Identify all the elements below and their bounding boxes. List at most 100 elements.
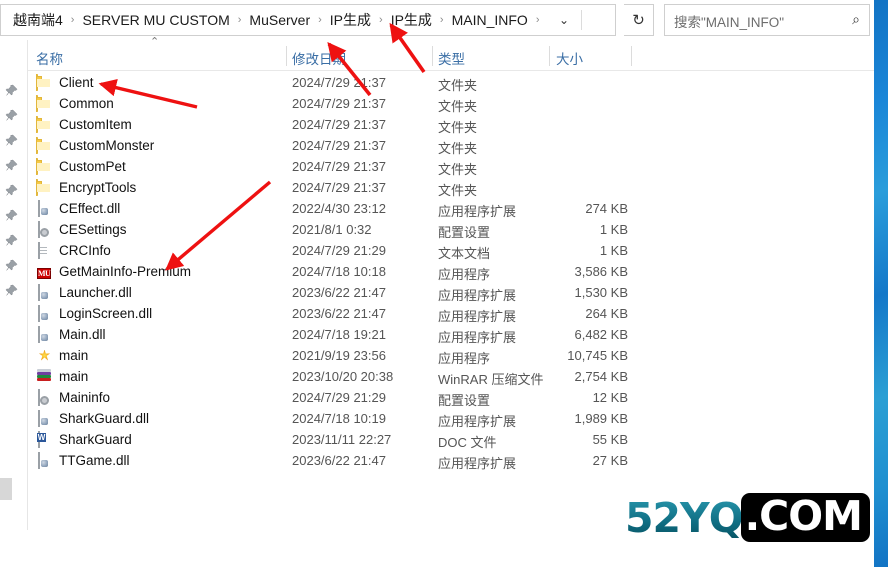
file-name-cell[interactable]: LoginScreen.dll — [36, 304, 152, 322]
header-underline — [28, 70, 874, 71]
file-name-cell[interactable]: CRCInfo — [36, 241, 111, 259]
pin-icon[interactable] — [5, 209, 18, 222]
file-name-cell[interactable]: main — [36, 347, 88, 364]
folder-icon — [36, 136, 52, 154]
breadcrumb-separator-icon[interactable]: › — [67, 11, 79, 29]
table-row[interactable]: SharkGuard 2023/11/11 22:27 DOC 文件 55 KB — [28, 429, 874, 450]
table-row[interactable]: CustomItem 2024/7/29 21:37 文件夹 — [28, 114, 874, 135]
breadcrumb-separator-icon[interactable]: › — [532, 11, 544, 29]
file-size-cell: 1,989 KB — [574, 411, 629, 426]
table-row[interactable]: TTGame.dll 2023/6/22 21:47 应用程序扩展 27 KB — [28, 450, 874, 471]
file-name-cell[interactable]: Common — [36, 94, 114, 112]
pin-icon[interactable] — [5, 284, 18, 297]
pin-icon[interactable] — [5, 234, 18, 247]
file-type-cell: 配置设置 — [438, 393, 491, 408]
table-row[interactable]: LoginScreen.dll 2023/6/22 21:47 应用程序扩展 264 … — [28, 303, 874, 324]
sort-ascending-icon: ⌃ — [150, 36, 160, 48]
pin-icon[interactable] — [5, 184, 18, 197]
file-name-cell[interactable]: Maininfo — [36, 388, 111, 406]
horizontal-scrollbar-thumb[interactable] — [0, 478, 12, 500]
table-row[interactable]: Common 2024/7/29 21:37 文件夹 — [28, 93, 874, 114]
breadcrumb-separator-icon[interactable]: › — [436, 11, 448, 29]
file-name-cell[interactable]: CESettings — [36, 220, 127, 238]
table-row[interactable]: Launcher.dll 2023/6/22 21:47 应用程序扩展 1,530 K… — [28, 282, 874, 303]
table-row[interactable]: Main.dll 2024/7/18 19:21 应用程序扩展 6,482 KB — [28, 324, 874, 345]
watermark: 52YQ .COM — [625, 493, 870, 542]
file-date-cell: 2024/7/29 21:29 — [292, 243, 386, 258]
column-divider[interactable] — [549, 46, 550, 66]
dll-file-icon — [36, 199, 52, 217]
dll-file-icon — [36, 304, 52, 322]
file-name-label: Maininfo — [59, 390, 111, 405]
table-row[interactable]: CESettings 2021/8/1 0:32 配置设置 1 KB — [28, 219, 874, 240]
pin-icon[interactable] — [5, 259, 18, 272]
file-date-cell: 2023/10/20 20:38 — [292, 369, 394, 384]
breadcrumb-item[interactable]: MuServer — [245, 10, 314, 30]
column-divider[interactable] — [432, 46, 433, 66]
file-name-cell[interactable]: CustomMonster — [36, 136, 154, 154]
table-row[interactable]: SharkGuard.dll 2024/7/18 10:19 应用程序扩展 1,989… — [28, 408, 874, 429]
column-header-date-modified[interactable]: 修改日期 — [292, 48, 346, 68]
file-name-cell[interactable]: MU GetMainInfo-Premium — [36, 263, 191, 280]
column-header-name[interactable]: 名称 — [36, 48, 63, 68]
table-row[interactable]: Maininfo 2024/7/29 21:29 配置设置 12 KB — [28, 387, 874, 408]
table-row[interactable]: EncryptTools 2024/7/29 21:37 文件夹 — [28, 177, 874, 198]
table-row[interactable]: CustomPet 2024/7/29 21:37 文件夹 — [28, 156, 874, 177]
table-row[interactable]: CRCInfo 2024/7/29 21:29 文本文档 1 KB — [28, 240, 874, 261]
search-icon[interactable]: ⌕ — [852, 11, 860, 28]
file-date-cell: 2024/7/18 19:21 — [292, 327, 386, 342]
pin-icon[interactable] — [5, 84, 18, 97]
table-row[interactable]: main 2023/10/20 20:38 WinRAR 压缩文件 2,754 KB — [28, 366, 874, 387]
breadcrumb-item[interactable]: IP生成 — [326, 10, 375, 30]
file-name-label: EncryptTools — [59, 180, 137, 195]
table-row[interactable]: Client 2024/7/29 21:37 文件夹 — [28, 72, 874, 93]
file-name-cell[interactable]: EncryptTools — [36, 178, 137, 196]
file-date-cell: 2024/7/29 21:37 — [292, 96, 386, 111]
column-header-size[interactable]: 大小 — [556, 48, 583, 68]
file-name-cell[interactable]: CustomItem — [36, 115, 132, 133]
refresh-icon[interactable]: ↻ — [624, 4, 654, 36]
file-size-cell: 10,745 KB — [567, 348, 628, 363]
file-name-cell[interactable]: SharkGuard — [36, 430, 132, 448]
column-divider[interactable] — [631, 46, 632, 66]
folder-icon — [36, 115, 52, 133]
file-date-cell: 2024/7/29 21:37 — [292, 138, 386, 153]
file-name-cell[interactable]: CustomPet — [36, 157, 126, 175]
file-date-cell: 2021/9/19 23:56 — [292, 348, 386, 363]
file-name-cell[interactable]: main — [36, 368, 88, 385]
text-file-icon — [36, 241, 52, 259]
file-name-cell[interactable]: TTGame.dll — [36, 451, 130, 469]
folder-icon — [36, 94, 52, 112]
file-name-cell[interactable]: Main.dll — [36, 325, 106, 343]
file-name-cell[interactable]: Client — [36, 73, 94, 91]
breadcrumb-item[interactable]: MAIN_INFO — [448, 10, 532, 30]
file-size-cell: 27 KB — [592, 453, 628, 468]
breadcrumb-item[interactable]: 越南端4 — [9, 10, 67, 30]
breadcrumb-separator-icon[interactable]: › — [375, 11, 387, 29]
table-row[interactable]: main 2021/9/19 23:56 应用程序 10,745 KB — [28, 345, 874, 366]
file-name-cell[interactable]: CEffect.dll — [36, 199, 120, 217]
search-box[interactable]: 搜索"MAIN_INFO" ⌕ — [664, 4, 870, 36]
breadcrumb-separator-icon[interactable]: › — [234, 11, 246, 29]
breadcrumb-separator-icon[interactable]: › — [314, 11, 326, 29]
breadcrumb-item[interactable]: IP生成 — [387, 10, 436, 30]
winrar-archive-icon — [36, 368, 52, 385]
table-row[interactable]: CustomMonster 2024/7/29 21:37 文件夹 — [28, 135, 874, 156]
file-date-cell: 2021/8/1 0:32 — [292, 222, 372, 237]
column-divider[interactable] — [286, 46, 287, 66]
table-row[interactable]: MU GetMainInfo-Premium 2024/7/18 10:18 应用程序… — [28, 261, 874, 282]
file-size-cell: 6,482 KB — [574, 327, 629, 342]
file-name-label: Client — [59, 75, 94, 90]
pin-icon[interactable] — [5, 109, 18, 122]
file-name-cell[interactable]: SharkGuard.dll — [36, 409, 149, 427]
column-header-type[interactable]: 类型 — [438, 48, 465, 68]
pin-icon[interactable] — [5, 159, 18, 172]
chevron-down-icon[interactable]: ⌄ — [549, 5, 579, 35]
file-name-cell[interactable]: Launcher.dll — [36, 283, 132, 301]
file-size-cell: 1,530 KB — [574, 285, 629, 300]
address-path-box[interactable]: 越南端4 › SERVER MU CUSTOM › MuServer › IP生成 › IP生成… — [0, 4, 616, 36]
table-row[interactable]: CEffect.dll 2022/4/30 23:12 应用程序扩展 274 KB — [28, 198, 874, 219]
file-size-cell: 12 KB — [592, 390, 628, 405]
pin-icon[interactable] — [5, 134, 18, 147]
breadcrumb-item[interactable]: SERVER MU CUSTOM — [78, 10, 233, 30]
